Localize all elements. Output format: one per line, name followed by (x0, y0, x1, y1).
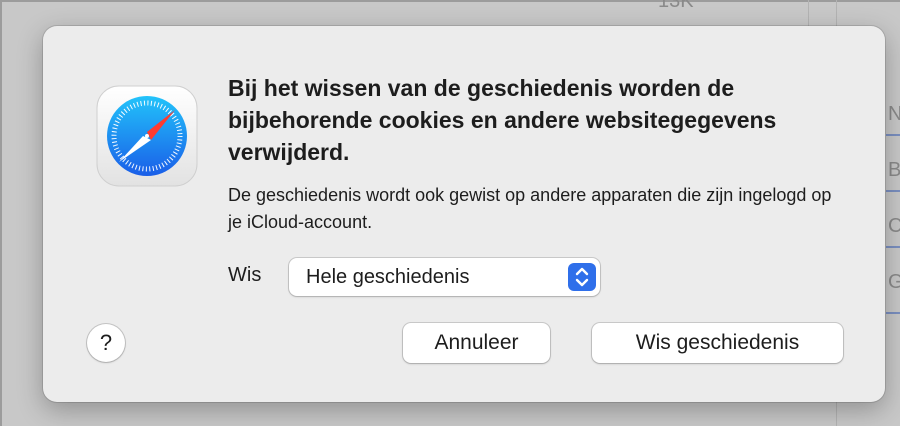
range-label: Wis (228, 264, 262, 286)
bg-letter: N (888, 103, 900, 125)
help-button[interactable]: ? (87, 324, 125, 362)
bg-letter: G (888, 271, 900, 293)
selected-range: Hele geschiedenis (306, 266, 470, 288)
bg-underline (886, 312, 900, 314)
screen-border-left (0, 0, 2, 426)
history-range-select[interactable]: Hele geschiedenis (289, 258, 600, 296)
dialog-message: De geschiedenis wordt ook gewist op ande… (228, 185, 832, 232)
bg-underline (886, 134, 900, 136)
bg-underline (886, 190, 900, 192)
clear-history-dialog: Bij het wissen van de geschiedenis worde… (43, 26, 885, 402)
dialog-title: Bij het wissen van de geschiedenis worde… (228, 75, 777, 165)
safari-compass-icon (95, 84, 199, 188)
bg-column-divider (808, 0, 809, 26)
cancel-button[interactable]: Annuleer (403, 323, 550, 363)
chevron-updown-icon[interactable] (568, 263, 596, 291)
bg-letter: C (888, 215, 900, 237)
clear-history-button[interactable]: Wis geschiedenis (592, 323, 843, 363)
bg-letter: B (888, 159, 900, 181)
screen-border-top (0, 0, 900, 2)
bg-underline (886, 246, 900, 248)
bg-number: 13K (658, 0, 694, 12)
